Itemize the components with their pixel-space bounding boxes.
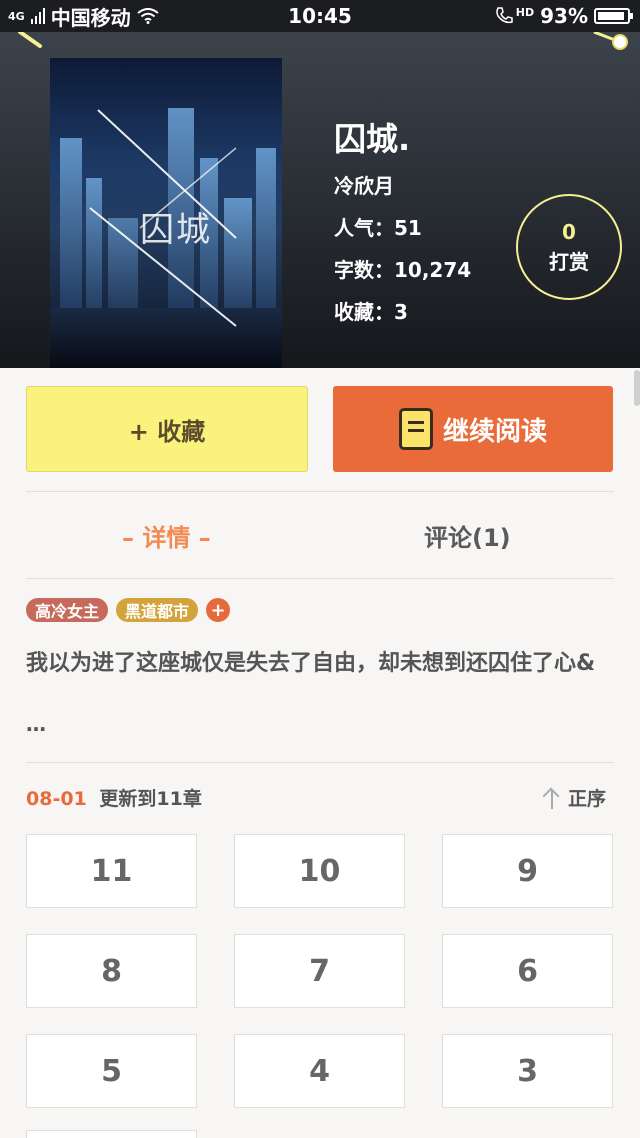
divider [26,578,614,579]
continue-reading-label: 继续阅读 [442,416,547,447]
add-favorite-button[interactable]: + 收藏 [26,386,308,472]
hd-label: HD [515,5,535,19]
phone-icon [496,7,513,24]
signal-icon [30,8,45,24]
network-label: 4G [8,9,25,23]
tag-chip[interactable]: 黑道都市 [116,598,199,622]
chapter-button[interactable]: 6 [442,934,613,1008]
tip-count: 0 [562,219,576,244]
arrow-up-icon [542,787,562,809]
update-text: 更新到11章 [99,788,202,810]
clock: 10:45 [288,4,352,28]
tip-label: 打赏 [549,249,589,274]
chapter-button[interactable]: 9 [442,834,613,908]
divider [26,491,614,492]
chapter-button[interactable]: 8 [26,934,197,1008]
update-info: 08-01 更新到11章 [26,784,202,811]
book-info: 囚城. 冷欣月 人气：51 字数：10,274 收藏：3 [334,114,471,338]
book-cover[interactable]: 囚城 [50,58,282,368]
chapter-button[interactable]: 4 [234,1034,405,1108]
battery-fill [598,12,625,20]
sort-label: 正序 [568,788,607,810]
divider [26,762,614,763]
book-detail-page: 4G 中国移动 10:45 HD 93% 囚城 囚城. 冷欣月 人气：51 字数… [0,0,640,1138]
tag-list: 高冷女主 黑道都市 + [26,598,231,622]
status-bar: 4G 中国移动 10:45 HD 93% [0,0,640,32]
add-tag-button[interactable]: + [206,598,231,622]
book-favorites: 收藏：3 [334,300,408,324]
chapter-button-partial[interactable] [26,1130,197,1138]
synopsis-more[interactable]: … [26,712,46,736]
book-popularity: 人气：51 [334,216,422,240]
book-author[interactable]: 冷欣月 [334,170,471,199]
carrier-label: 中国移动 [50,5,131,30]
battery-percent: 93% [540,4,588,28]
sort-button[interactable]: 正序 [542,784,606,811]
cover-title: 囚城 [140,210,212,250]
chapter-button[interactable]: 7 [234,934,405,1008]
book-word-count: 字数：10,274 [334,258,472,282]
chapter-button[interactable]: 11 [26,834,197,908]
chapter-button[interactable]: 5 [26,1034,197,1108]
tag-chip[interactable]: 高冷女主 [26,598,109,622]
book-title: 囚城. [334,120,411,158]
chapter-button[interactable]: 10 [234,834,405,908]
back-icon[interactable] [16,32,52,52]
wifi-icon [137,8,159,24]
continue-reading-button[interactable]: 继续阅读 [333,386,613,472]
book-icon [398,408,433,450]
update-date: 08-01 [26,788,87,810]
synopsis: 我以为进了这座城仅是失去了自由，却未想到还囚住了心& [26,651,596,676]
chapter-button[interactable]: 3 [442,1034,613,1108]
scrollbar[interactable] [634,370,640,406]
tab-detail[interactable]: – 详情 – [122,518,211,553]
battery-icon [594,8,633,24]
book-header: 囚城 囚城. 冷欣月 人气：51 字数：10,274 收藏：3 0 打赏 [0,32,640,368]
tip-button[interactable]: 0 打赏 [516,194,622,300]
tab-comments[interactable]: 评论(1) [424,518,511,553]
share-icon[interactable] [584,32,632,56]
